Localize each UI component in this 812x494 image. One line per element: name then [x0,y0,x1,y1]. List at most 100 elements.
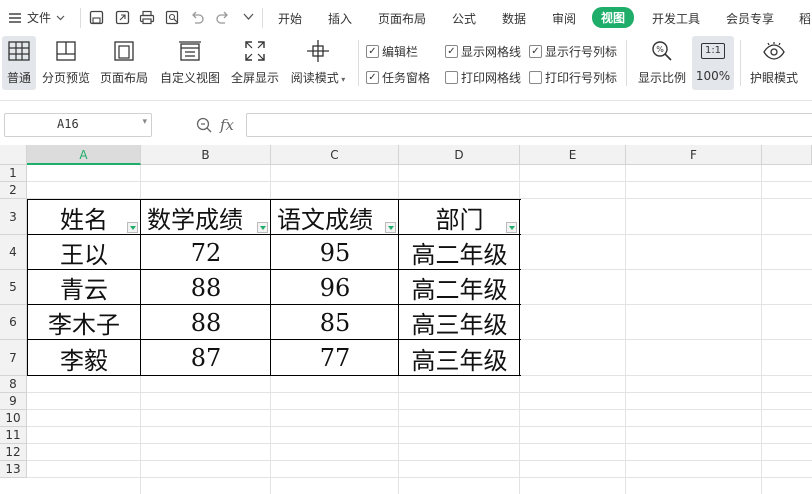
table-cell-a7[interactable]: 李毅 [27,340,141,376]
column-header-d[interactable]: D [399,145,520,165]
row-header-3[interactable]: 3 [0,199,27,235]
table-cell-b5[interactable]: 88 [141,270,271,305]
column-header-f[interactable]: F [626,145,762,165]
table-cell-c4[interactable]: 95 [271,235,399,270]
row-gridline [27,426,812,427]
name-box-dropdown-icon[interactable]: ▾ [142,117,147,127]
row-header-9[interactable]: 9 [0,393,27,410]
reading-mode-label: 阅读模式 ▾ [290,71,346,85]
row-header-8[interactable]: 8 [0,376,27,393]
column-header-c[interactable]: C [271,145,399,165]
table-cell-d4[interactable]: 高二年级 [399,235,520,270]
task-pane-checkbox[interactable]: ✓ 任务窗格 [366,69,430,86]
page-break-preview-button[interactable]: 分页预览 [40,36,92,90]
show-headers-checkbox[interactable]: ✓ 显示行号列标 [529,43,617,60]
file-menu[interactable]: 文件 [8,9,65,26]
formula-bar-checkbox[interactable]: ✓ 编辑栏 [366,43,418,60]
row-header-6[interactable]: 6 [0,305,27,340]
table-header-cell-b[interactable]: 数学成绩 [141,199,271,235]
tab-page-layout[interactable]: 页面布局 [378,10,426,27]
quick-access-dropdown-icon[interactable] [240,9,256,25]
name-box[interactable]: A16 ▾ [4,113,152,137]
table-border [27,199,521,200]
normal-view-button[interactable]: 普通 [2,36,36,90]
row-header-10[interactable]: 10 [0,410,27,427]
table-cell-d6[interactable]: 高三年级 [399,305,520,340]
column-header-a[interactable]: A [27,145,141,165]
row-header-12[interactable]: 12 [0,444,27,461]
zoom-100-label: 100% [695,69,731,83]
table-border [519,199,520,376]
row-header-1[interactable]: 1 [0,165,27,182]
column-header-e[interactable]: E [520,145,626,165]
filter-dropdown-icon[interactable] [257,222,268,233]
tab-member-exclusive[interactable]: 会员专享 [726,10,774,27]
row-header-7[interactable]: 7 [0,340,27,376]
table-cell-a6[interactable]: 李木子 [27,305,141,340]
row-header-5[interactable]: 5 [0,270,27,305]
zoom-search-icon[interactable] [196,117,212,133]
row-header-2[interactable]: 2 [0,182,27,199]
table-cell-d7[interactable]: 高三年级 [399,340,520,376]
table-cell-b6[interactable]: 88 [141,305,271,340]
row-header-4[interactable]: 4 [0,235,27,270]
undo-icon[interactable] [189,9,205,25]
tab-home[interactable]: 开始 [278,10,302,27]
tab-review[interactable]: 审阅 [552,10,576,27]
custom-view-button[interactable]: 自定义视图 [158,36,222,90]
table-cell-b7[interactable]: 87 [141,340,271,376]
reading-mode-button[interactable]: 阅读模式 ▾ [288,36,348,90]
display-ratio-button[interactable]: % 显示比例 [636,36,688,90]
checkbox-checked-icon: ✓ [366,71,379,84]
full-screen-button[interactable]: 全屏显示 [228,36,282,90]
row-gridline [27,181,812,182]
tab-formulas[interactable]: 公式 [452,10,476,27]
save-icon[interactable] [88,9,104,25]
spreadsheet-grid[interactable]: ABCDEF 1 2 3 4 5 6 7 8 9 10 11 12 13 姓名 数学成绩 语文成绩 部门 王以 7… [0,145,812,494]
select-all-corner[interactable] [0,145,27,165]
page-layout-button[interactable]: 页面布局 [98,36,150,90]
print-preview-icon[interactable] [164,9,180,25]
table-cell-c7[interactable]: 77 [271,340,399,376]
table-cell-c5[interactable]: 96 [271,270,399,305]
print-gridlines-checkbox-label: 打印网格线 [461,71,522,85]
filter-dropdown-icon[interactable] [385,222,396,233]
table-cell-a4[interactable]: 王以 [27,235,141,270]
table-header-cell-c[interactable]: 语文成绩 [271,199,399,235]
dropdown-arrow-icon: ▾ [338,75,346,84]
table-cell-d5[interactable]: 高二年级 [399,270,520,305]
crosshair-icon [307,40,329,62]
checkbox-unchecked-icon [445,71,458,84]
print-gridlines-checkbox[interactable]: 打印网格线 [445,69,521,86]
show-gridlines-checkbox[interactable]: ✓ 显示网格线 [445,43,521,60]
table-header-cell-a[interactable]: 姓名 [27,199,141,235]
export-icon[interactable] [114,9,130,25]
table-cell-b4[interactable]: 72 [141,235,271,270]
show-gridlines-checkbox-label: 显示网格线 [461,45,522,59]
display-ratio-label: 显示比例 [637,71,686,85]
tab-developer-tools[interactable]: 开发工具 [652,10,700,27]
table-cell-a5[interactable]: 青云 [27,270,141,305]
row-header-11[interactable]: 11 [0,427,27,444]
tab-insert[interactable]: 插入 [328,10,352,27]
print-headers-checkbox[interactable]: 打印行号列标 [529,69,617,86]
table-header-cell-d[interactable]: 部门 [399,199,520,235]
filter-dropdown-icon[interactable] [506,222,517,233]
row-gridline [27,409,812,410]
formula-input[interactable] [246,113,812,137]
eye-protection-button[interactable]: 护眼模式 [746,36,802,90]
one-to-one-icon: 1:1 [700,43,726,59]
insert-function-button[interactable]: fx [220,116,234,134]
row-gridline [27,443,812,444]
tab-overflow[interactable]: 稻 [799,10,811,27]
column-header-b[interactable]: B [141,145,271,165]
redo-icon[interactable] [214,9,230,25]
print-icon[interactable] [139,9,155,25]
column-header-overflow[interactable] [762,145,812,165]
tab-view[interactable]: 视图 [592,7,635,28]
filter-dropdown-icon[interactable] [127,222,138,233]
tab-data[interactable]: 数据 [502,10,526,27]
row-header-13[interactable]: 13 [0,461,27,478]
zoom-100-button[interactable]: 1:1 100% [692,36,734,90]
table-cell-c6[interactable]: 85 [271,305,399,340]
